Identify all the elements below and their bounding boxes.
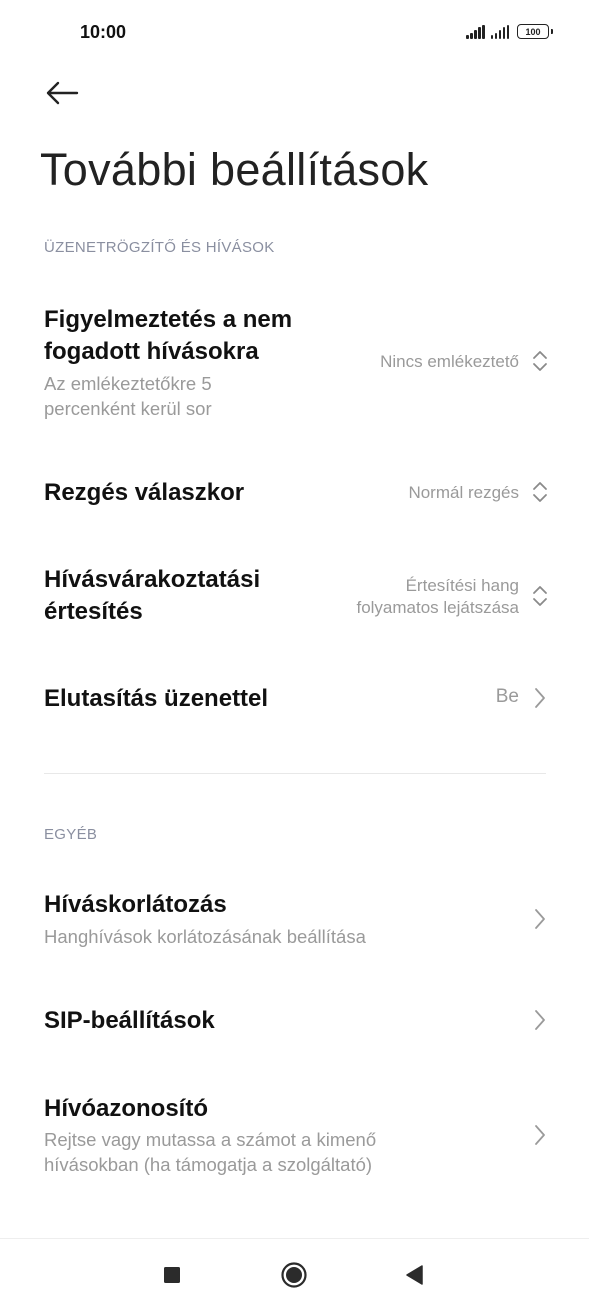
caller-id-title: Hívóazonosító — [44, 1095, 209, 1122]
vibrate-on-answer-row[interactable]: Rezgés válaszkor Normál rezgés — [0, 470, 589, 518]
section-header-voicemail-calls: ÜZENETRÖGZÍTŐ ÉS HÍVÁSOK — [44, 239, 275, 256]
circle-icon — [281, 1262, 307, 1288]
nav-back-button[interactable] — [392, 1253, 436, 1297]
missed-call-alert-title-line2: fogadott hívásokra — [44, 338, 259, 365]
call-waiting-title-line2: értesítés — [44, 598, 143, 625]
divider — [44, 773, 546, 774]
section-header-other: EGYÉB — [44, 826, 98, 843]
navigation-bar — [0, 1238, 589, 1309]
battery-icon: 100 — [517, 24, 553, 39]
triangle-back-icon — [406, 1265, 423, 1285]
home-button[interactable] — [272, 1253, 316, 1297]
call-barring-row[interactable]: Híváskorlátozás Hanghívások korlátozásán… — [0, 886, 589, 952]
status-time: 10:00 — [80, 22, 127, 42]
square-icon — [164, 1267, 180, 1283]
status-bar: 10:00 100 — [0, 0, 589, 64]
missed-call-alert-row[interactable]: Figyelmeztetés a nem fogadott hívásokra … — [0, 300, 589, 430]
missed-call-alert-value: Nincs emlékeztető — [380, 352, 519, 371]
battery-level: 100 — [525, 26, 541, 37]
caller-id-subtitle-line2: hívásokban (ha támogatja a szolgáltató) — [44, 1154, 373, 1175]
chevron-right-icon — [531, 686, 549, 710]
call-waiting-notification-row[interactable]: Hívásvárakoztatási értesítés Értesítési … — [0, 560, 589, 636]
status-icons: 100 — [466, 24, 553, 39]
chevron-updown-icon — [531, 584, 549, 608]
sip-settings-title: SIP-beállítások — [44, 1007, 215, 1034]
call-barring-subtitle: Hanghívások korlátozásának beállítása — [44, 926, 366, 947]
signal-icon — [490, 25, 509, 39]
missed-call-alert-subtitle-line2: percenként kerül sor — [44, 398, 212, 419]
vibrate-on-answer-value: Normál rezgés — [408, 483, 519, 502]
page-title: További beállítások — [40, 144, 429, 195]
reject-with-message-title: Elutasítás üzenettel — [44, 685, 269, 712]
call-waiting-value-line2: folyamatos lejátszása — [356, 598, 519, 617]
call-waiting-value-line1: Értesítési hang — [405, 576, 519, 595]
chevron-right-icon — [531, 907, 549, 931]
missed-call-alert-subtitle-line1: Az emlékeztetőkre 5 — [44, 373, 212, 394]
recents-button[interactable] — [150, 1253, 194, 1297]
missed-call-alert-title-line1: Figyelmeztetés a nem — [44, 306, 293, 333]
caller-id-row[interactable]: Hívóazonosító Rejtse vagy mutassa a szám… — [0, 1090, 589, 1182]
sip-settings-row[interactable]: SIP-beállítások — [0, 998, 589, 1046]
call-barring-title: Híváskorlátozás — [44, 891, 227, 918]
chevron-right-icon — [531, 1123, 549, 1147]
vibrate-on-answer-title: Rezgés válaszkor — [44, 479, 245, 506]
chevron-updown-icon — [531, 480, 549, 504]
caller-id-subtitle-line1: Rejtse vagy mutassa a számot a kimenő — [44, 1129, 377, 1150]
call-waiting-title-line1: Hívásvárakoztatási — [44, 566, 261, 593]
arrow-left-icon — [46, 81, 79, 105]
signal-icon — [466, 25, 485, 39]
back-button[interactable] — [38, 72, 86, 114]
reject-with-message-row[interactable]: Elutasítás üzenettel Be — [0, 676, 589, 724]
chevron-right-icon — [531, 1008, 549, 1032]
reject-with-message-value: Be — [495, 686, 519, 707]
chevron-updown-icon — [531, 349, 549, 373]
